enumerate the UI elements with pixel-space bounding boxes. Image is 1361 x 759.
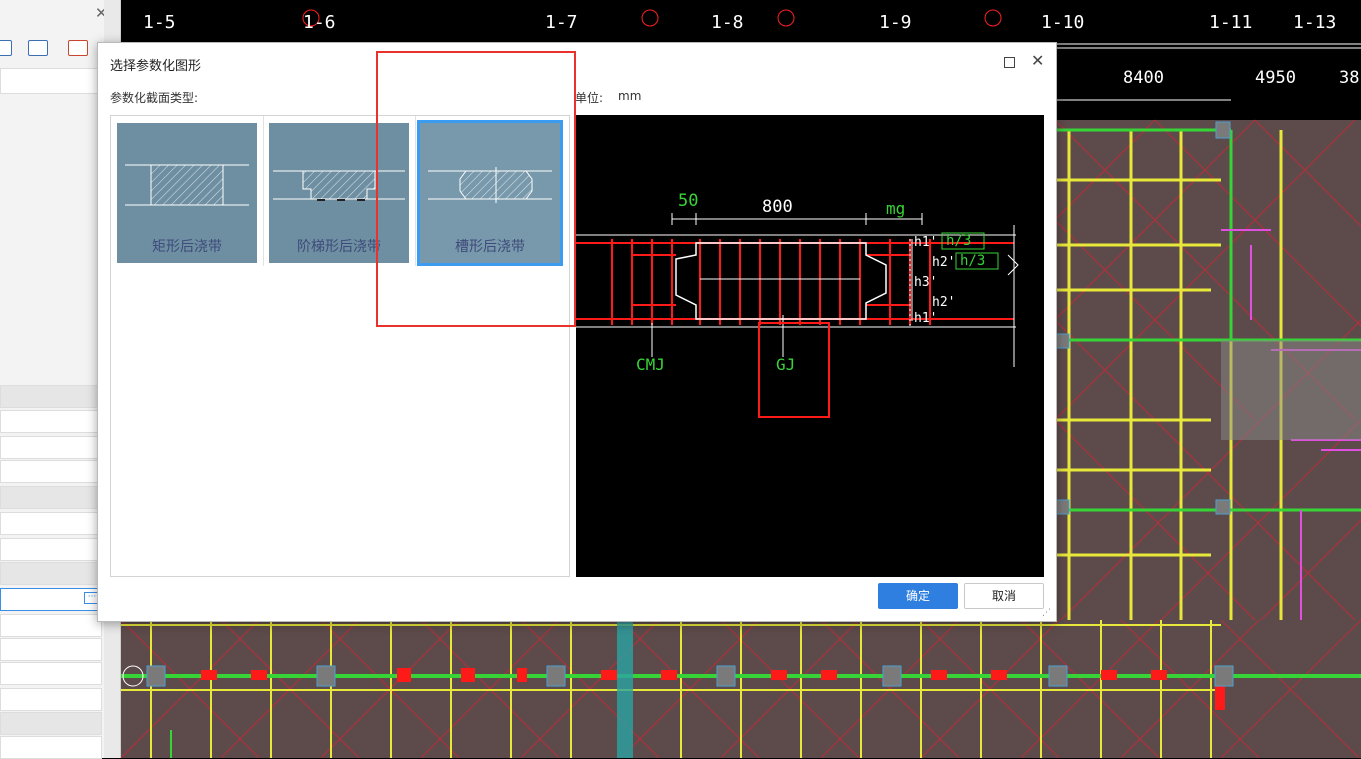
type-thumbnail: 槽形后浇带	[420, 123, 560, 263]
dimension-50: 50	[678, 191, 699, 211]
panel-row[interactable]	[0, 512, 102, 535]
dialog-title: 选择参数化图形	[110, 59, 202, 74]
dimension-mg: mg	[886, 199, 906, 218]
cancel-button[interactable]: 取消	[964, 583, 1044, 609]
panel-row[interactable]	[0, 614, 102, 637]
axis-label: 1-10	[1041, 12, 1085, 33]
checklist-icon[interactable]	[68, 40, 88, 56]
h1-bottom-label: h1'	[914, 311, 938, 326]
dimension-label: 4950	[1255, 68, 1296, 88]
close-icon[interactable]: ✕	[1031, 51, 1044, 70]
select-parametric-shape-dialog: 选择参数化图形 ✕ 参数化截面类型: 单位: mm 矩形后浇带 阶梯形后浇带 槽…	[97, 42, 1057, 622]
h2-top-label: h2'	[932, 255, 956, 270]
type-label: 矩形后浇带	[152, 239, 222, 255]
axis-label: 1-6	[303, 12, 336, 33]
list-icon[interactable]	[28, 40, 48, 56]
panel-row[interactable]	[0, 712, 102, 735]
h3-label: h3'	[914, 275, 938, 290]
confirm-button[interactable]: 确定	[878, 583, 958, 609]
axis-label: 1-8	[711, 12, 744, 33]
shape-preview: 50 800 mg h1' h/3 h2' h/3 h3' h2' h1' CM…	[576, 115, 1044, 577]
h3-box-top: h/3	[946, 233, 972, 249]
axis-label: 1-11	[1209, 12, 1253, 33]
axis-label: 1-9	[879, 12, 912, 33]
type-label: 槽形后浇带	[455, 239, 525, 255]
toolbar-icon[interactable]	[0, 40, 12, 56]
panel-row[interactable]	[0, 638, 102, 661]
axis-label: 1-7	[545, 12, 578, 33]
panel-row[interactable]	[0, 460, 102, 483]
type-card-grooved[interactable]: 槽形后浇带	[417, 120, 563, 266]
axis-label: 1-13	[1293, 12, 1337, 33]
maximize-icon[interactable]	[1004, 57, 1015, 68]
panel-row[interactable]	[0, 538, 102, 561]
grooved-band-preview	[576, 213, 1019, 418]
dimension-label: 38	[1339, 68, 1360, 88]
type-thumbnail: 阶梯形后浇带	[269, 123, 409, 263]
panel-row[interactable]	[0, 410, 102, 433]
h2-bottom-label: h2'	[932, 295, 956, 310]
panel-row[interactable]	[0, 662, 102, 685]
type-card-rectangular[interactable]: 矩形后浇带	[115, 120, 261, 266]
grooved-band-icon	[428, 167, 552, 203]
dimension-label: 8400	[1123, 68, 1164, 88]
type-card-stepped[interactable]: 阶梯形后浇带	[267, 120, 413, 266]
panel-row[interactable]	[0, 562, 102, 585]
panel-row[interactable]	[0, 736, 102, 759]
panel-row[interactable]	[0, 385, 102, 408]
stepped-band-icon	[273, 170, 405, 201]
cmj-label: CMJ	[636, 355, 665, 374]
panel-row[interactable]	[0, 688, 102, 711]
panel-search-input[interactable]	[0, 68, 100, 94]
type-label: 阶梯形后浇带	[297, 239, 381, 255]
gj-label: GJ	[776, 355, 796, 374]
h3-box-bottom: h/3	[960, 253, 986, 269]
rectangular-band-icon	[125, 164, 249, 206]
dimension-800: 800	[762, 197, 793, 217]
h1-top-label: h1'	[914, 235, 938, 250]
panel-row[interactable]	[0, 486, 102, 509]
section-type-label: 参数化截面类型:	[110, 91, 199, 105]
panel-row[interactable]	[0, 436, 102, 459]
type-thumbnail: 矩形后浇带	[117, 123, 257, 263]
section-type-list: 矩形后浇带 阶梯形后浇带 槽形后浇带	[110, 115, 570, 577]
axis-label: 1-5	[143, 12, 176, 33]
unit-value: mm	[618, 89, 642, 103]
resize-grip-icon[interactable]: ⋰	[1042, 608, 1051, 618]
unit-label: 单位:	[575, 91, 604, 105]
